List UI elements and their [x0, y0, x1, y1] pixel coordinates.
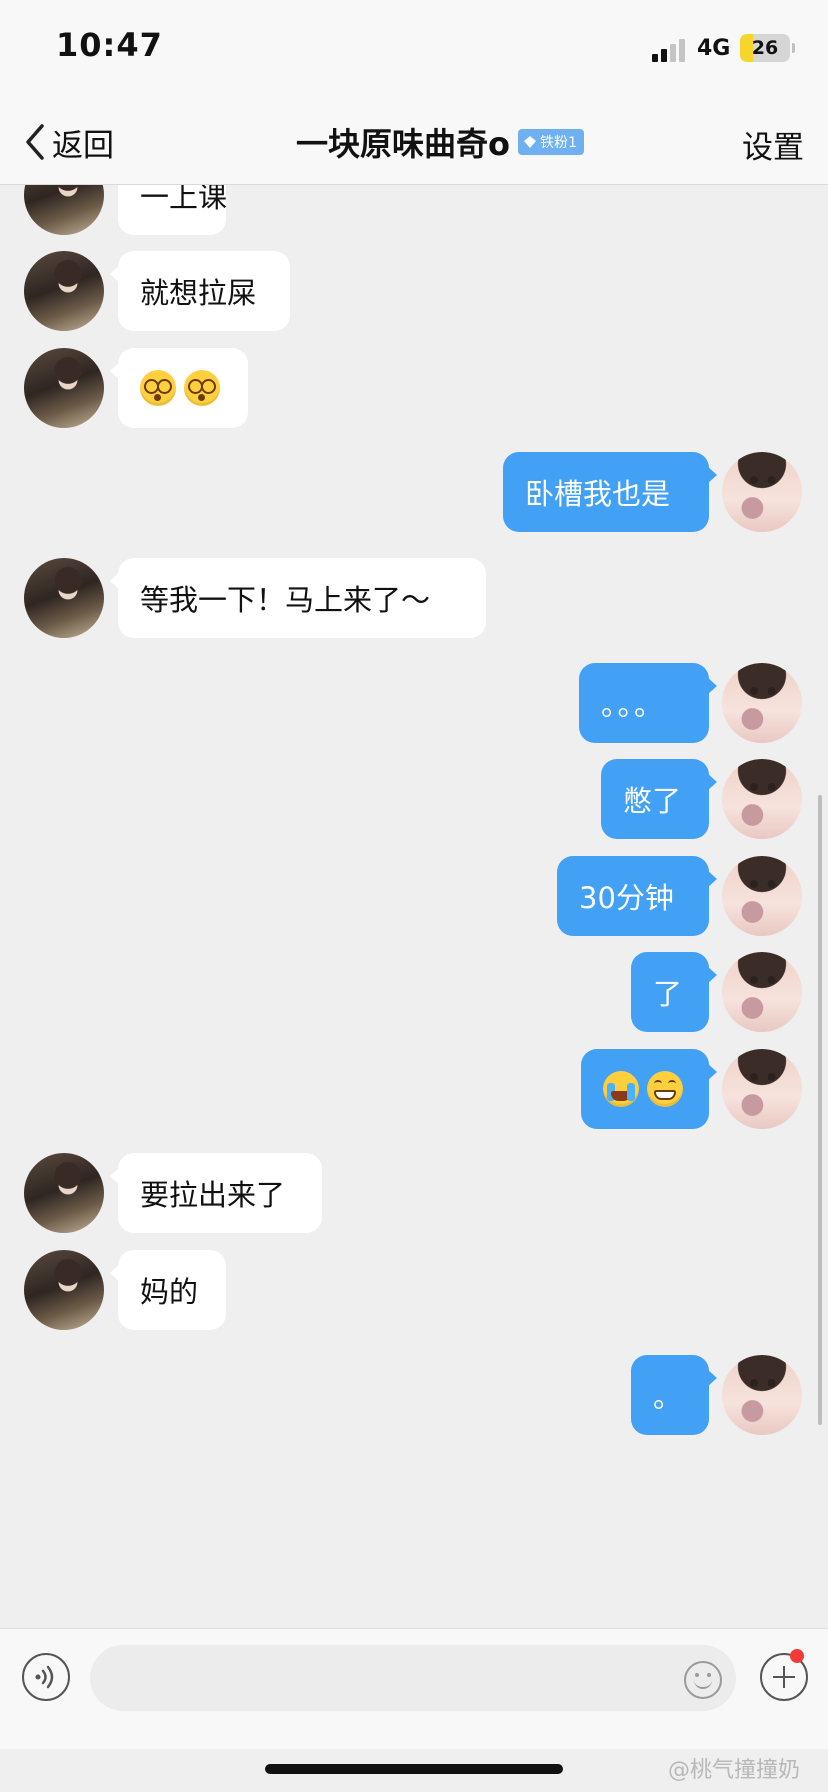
message-bubble[interactable]: 要拉出来了	[110, 1153, 322, 1233]
nav-bar: 返回 一块原味曲奇o 铁粉1 设置	[0, 100, 828, 185]
message-bubble[interactable]: 30分钟	[557, 856, 717, 936]
status-time: 10:47	[56, 26, 163, 64]
chat-messages[interactable]: 一上课 就想拉屎 卧槽我也是 等我一下！马上来了～ 。。。 憋了 30分钟 了	[0, 185, 828, 1627]
my-avatar[interactable]	[722, 856, 802, 936]
message-bubble[interactable]: 了	[631, 952, 717, 1032]
message-bubble[interactable]: 。	[631, 1355, 717, 1435]
contact-avatar[interactable]	[24, 1250, 104, 1330]
my-avatar[interactable]	[722, 759, 802, 839]
scrollbar[interactable]	[818, 795, 822, 1425]
message-bubble[interactable]	[110, 348, 248, 428]
message-bubble[interactable]: 。。。	[579, 663, 717, 743]
voice-icon	[35, 1665, 54, 1689]
home-indicator[interactable]	[265, 1764, 563, 1774]
contact-avatar[interactable]	[24, 1153, 104, 1233]
settings-button[interactable]: 设置	[742, 122, 804, 167]
message-bubble[interactable]: 就想拉屎	[110, 251, 290, 331]
back-label: 返回	[52, 127, 114, 164]
message-bubble[interactable]: 卧槽我也是	[503, 452, 717, 532]
message-bubble[interactable]	[581, 1049, 717, 1129]
dizzy-emoji-icon	[184, 370, 220, 406]
message-bubble[interactable]: 等我一下！马上来了～	[110, 558, 486, 638]
chat-title-area[interactable]: 一块原味曲奇o 铁粉1	[296, 120, 584, 164]
my-avatar[interactable]	[722, 1355, 802, 1435]
fan-badge-label: 铁粉1	[540, 135, 577, 151]
my-avatar[interactable]	[722, 663, 802, 743]
message-bubble[interactable]: 妈的	[110, 1250, 226, 1330]
message-bubble[interactable]: 憋了	[601, 759, 717, 839]
voice-button[interactable]	[22, 1653, 70, 1701]
network-type: 4G	[697, 36, 731, 61]
battery-level: 26	[751, 37, 779, 59]
my-avatar[interactable]	[722, 1049, 802, 1129]
message-bubble[interactable]: 一上课	[110, 185, 227, 235]
back-button[interactable]: 返回	[22, 120, 114, 164]
watermark: @桃气撞撞奶	[668, 1758, 801, 1783]
status-bar: 10:47 4G 26	[0, 0, 828, 100]
fan-badge: 铁粉1	[518, 129, 584, 155]
grinning-emoji-icon	[647, 1071, 683, 1107]
chat-title: 一块原味曲奇o	[296, 125, 510, 163]
battery-icon: 26	[740, 34, 790, 62]
diamond-icon	[524, 136, 536, 148]
dizzy-emoji-icon	[140, 370, 176, 406]
contact-avatar[interactable]	[24, 558, 104, 638]
battery-tip	[792, 43, 795, 53]
my-avatar[interactable]	[722, 952, 802, 1032]
emoji-button[interactable]	[684, 1661, 722, 1699]
contact-avatar[interactable]	[24, 251, 104, 331]
chevron-left-icon	[26, 124, 44, 160]
notification-dot	[790, 1649, 804, 1663]
message-input[interactable]	[90, 1645, 736, 1711]
contact-avatar[interactable]	[24, 185, 104, 235]
contact-avatar[interactable]	[24, 348, 104, 428]
input-bar	[0, 1628, 828, 1749]
crying-emoji-icon	[603, 1071, 639, 1107]
my-avatar[interactable]	[722, 452, 802, 532]
signal-icon	[652, 38, 688, 62]
